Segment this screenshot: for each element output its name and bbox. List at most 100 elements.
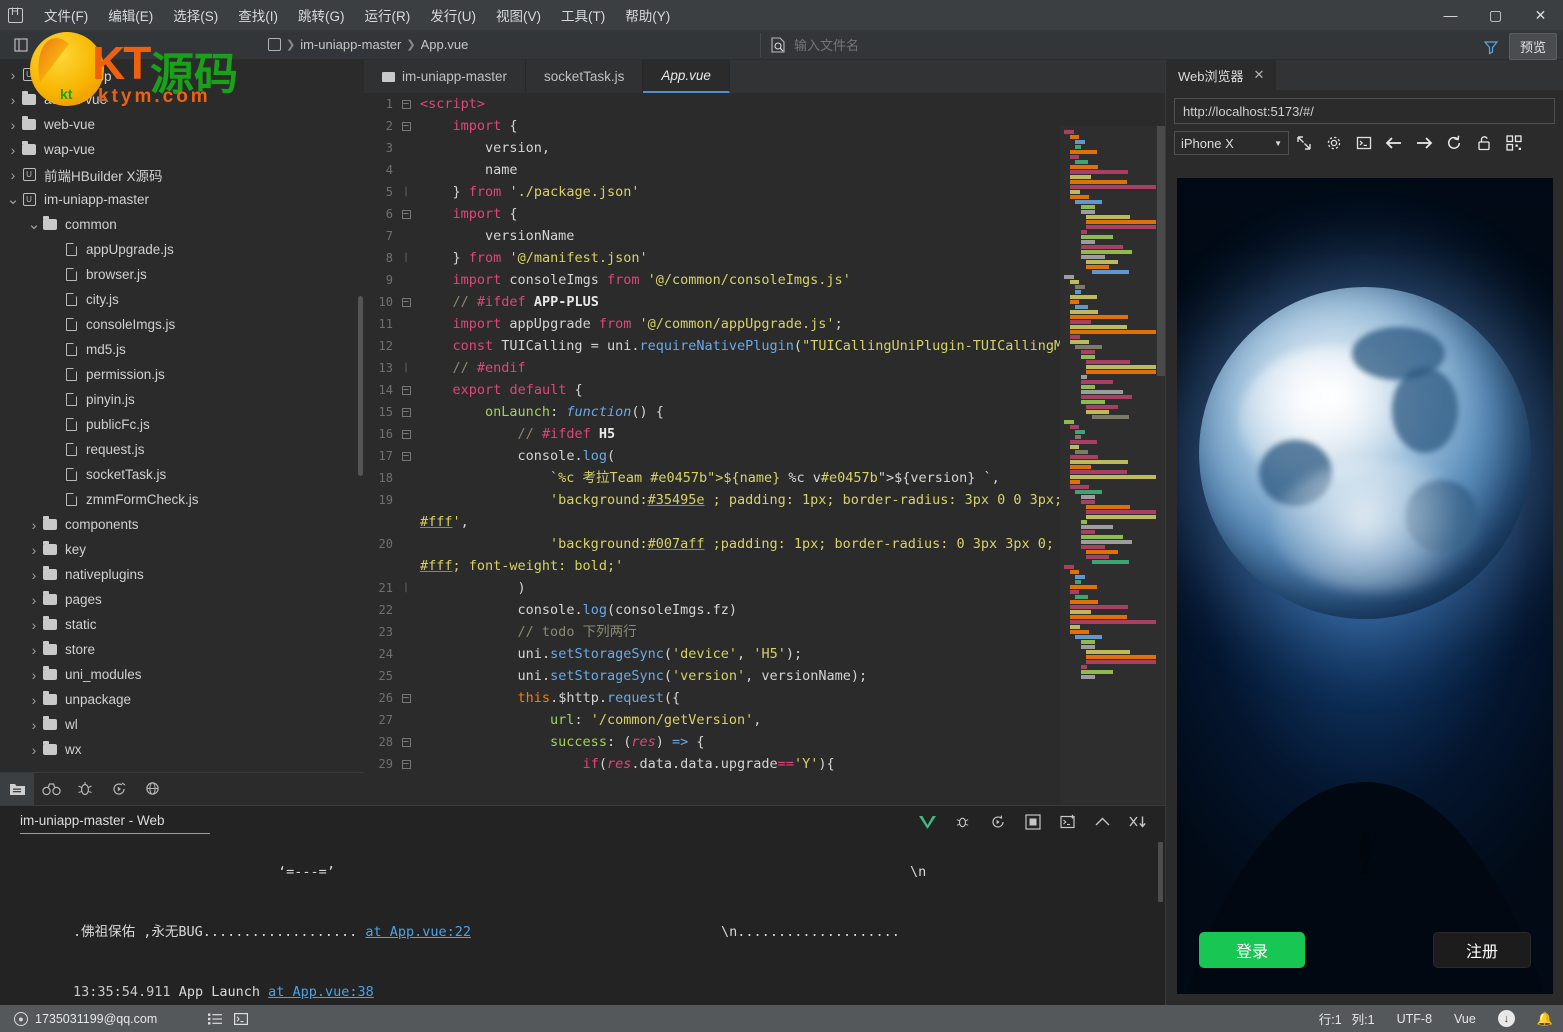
- fold-marker[interactable]: –: [398, 423, 414, 445]
- fold-marker[interactable]: –: [398, 401, 414, 423]
- breadcrumb-project[interactable]: im-uniapp-master: [300, 37, 401, 52]
- tree-item[interactable]: ›store: [0, 637, 364, 662]
- minimize-button[interactable]: —: [1428, 0, 1473, 30]
- code-line[interactable]: 2– import {: [364, 115, 1165, 137]
- code-line[interactable]: 11 import appUpgrade from '@/common/appU…: [364, 313, 1165, 335]
- chevron-right-icon[interactable]: ›: [6, 92, 20, 108]
- chevron-right-icon[interactable]: ›: [27, 692, 41, 708]
- terminal-icon[interactable]: [228, 1005, 254, 1032]
- code-line[interactable]: 14– export default {: [364, 379, 1165, 401]
- encoding[interactable]: UTF-8: [1397, 1012, 1432, 1026]
- code-line[interactable]: 6– import {: [364, 203, 1165, 225]
- tree-item[interactable]: ›admin-vue: [0, 87, 364, 112]
- tree-item[interactable]: permission.js: [0, 362, 364, 387]
- binoculars-icon[interactable]: [34, 773, 68, 805]
- chevron-right-icon[interactable]: ›: [27, 567, 41, 583]
- device-select[interactable]: iPhone X ▼: [1174, 131, 1289, 155]
- web-browser-panel[interactable]: Web浏览器 ✕ http://localhost:5173/#/ iPhone…: [1165, 60, 1563, 1005]
- code-line[interactable]: 26– this.$http.request({: [364, 687, 1165, 709]
- reload-icon[interactable]: [1439, 130, 1469, 156]
- code-line[interactable]: 3 version,: [364, 137, 1165, 159]
- tree-item[interactable]: ⌄common: [0, 212, 364, 237]
- file-tree[interactable]: ›U原生uniapp›admin-vue›web-vue›wap-vue›U前端…: [0, 60, 364, 762]
- console-link[interactable]: at App.vue:38: [268, 984, 374, 1000]
- register-button[interactable]: 注册: [1433, 932, 1531, 968]
- code-line[interactable]: 22 console.log(consoleImgs.fz): [364, 599, 1165, 621]
- tree-item[interactable]: ›U前端HBuilder X源码: [0, 162, 364, 187]
- code-line[interactable]: 12 const TUICalling = uni.requireNativeP…: [364, 335, 1165, 357]
- code-line[interactable]: 23 // todo 下列两行: [364, 621, 1165, 643]
- tree-item[interactable]: publicFc.js: [0, 412, 364, 437]
- code-line[interactable]: 16– // #ifdef H5: [364, 423, 1165, 445]
- editor-tab[interactable]: socketTask.js: [526, 60, 643, 93]
- fold-marker[interactable]: –: [398, 93, 414, 115]
- code-line[interactable]: 25 uni.setStorageSync('version', version…: [364, 665, 1165, 687]
- code-editor[interactable]: im-uniapp-mastersocketTask.jsApp.vue 1–<…: [364, 60, 1165, 805]
- back-icon[interactable]: [1379, 130, 1409, 156]
- menu-tools[interactable]: 工具(T): [551, 1, 615, 29]
- chevron-right-icon[interactable]: ›: [6, 167, 20, 183]
- fold-marker[interactable]: –: [398, 687, 414, 709]
- code-line[interactable]: 28– success: (res) => {: [364, 731, 1165, 753]
- chevron-right-icon[interactable]: ›: [27, 717, 41, 733]
- bug-icon[interactable]: [68, 773, 102, 805]
- close-icon[interactable]: ✕: [1254, 67, 1265, 83]
- bug-icon[interactable]: [953, 812, 972, 831]
- code-line[interactable]: 18 `%c 考拉Team #e0457b">${name} %c v#e045…: [364, 467, 1165, 489]
- search-input[interactable]: [794, 38, 1394, 53]
- tree-item[interactable]: ›unpackage: [0, 687, 364, 712]
- tree-item[interactable]: appUpgrade.js: [0, 237, 364, 262]
- qrcode-icon[interactable]: [1499, 130, 1529, 156]
- console-panel[interactable]: im-uniapp-master - Web: [0, 805, 1165, 1005]
- browser-viewport[interactable]: 登录 注册: [1177, 178, 1553, 994]
- project-manager-icon[interactable]: [0, 773, 34, 805]
- tree-item[interactable]: ›key: [0, 537, 364, 562]
- menu-run[interactable]: 运行(R): [355, 1, 421, 29]
- close-button[interactable]: ✕: [1518, 0, 1563, 30]
- code-lines[interactable]: 1–<script>2– import {3 version,4 name5| …: [364, 93, 1165, 775]
- fold-marker[interactable]: –: [398, 753, 414, 775]
- menu-goto[interactable]: 跳转(G): [288, 1, 355, 29]
- stop-icon[interactable]: [1023, 812, 1042, 831]
- menu-file[interactable]: 文件(F): [34, 1, 98, 29]
- code-area[interactable]: 1–<script>2– import {3 version,4 name5| …: [364, 93, 1165, 805]
- code-line[interactable]: 17– console.log(: [364, 445, 1165, 467]
- code-line[interactable]: 24 uni.setStorageSync('device', 'H5');: [364, 643, 1165, 665]
- console-output[interactable]: ‘=---=’\n .佛祖保佑 ,永无BUG..................…: [0, 840, 1165, 1004]
- tree-item[interactable]: ⌄Uim-uniapp-master: [0, 187, 364, 212]
- login-button[interactable]: 登录: [1199, 932, 1305, 968]
- chevron-right-icon[interactable]: ›: [27, 592, 41, 608]
- code-line[interactable]: 20 'background:#007aff ;padding: 1px; bo…: [364, 533, 1165, 577]
- account-status[interactable]: ● 1735031199@qq.com: [0, 1012, 157, 1026]
- toggle-sidebar-icon[interactable]: [8, 32, 34, 58]
- code-line[interactable]: 4 name: [364, 159, 1165, 181]
- chevron-right-icon[interactable]: ›: [6, 117, 20, 133]
- minimap[interactable]: [1060, 126, 1165, 805]
- code-line[interactable]: 1–<script>: [364, 93, 1165, 115]
- url-bar[interactable]: http://localhost:5173/#/: [1174, 98, 1555, 124]
- tree-item[interactable]: pinyin.js: [0, 387, 364, 412]
- cursor-column[interactable]: 列:1: [1352, 1009, 1375, 1028]
- bell-icon[interactable]: 🔔: [1537, 1011, 1553, 1027]
- tree-item[interactable]: consoleImgs.js: [0, 312, 364, 337]
- code-line[interactable]: 9 import consoleImgs from '@/common/cons…: [364, 269, 1165, 291]
- preview-button[interactable]: 预览: [1509, 33, 1557, 60]
- fold-marker[interactable]: –: [398, 731, 414, 753]
- maximize-button[interactable]: ▢: [1473, 0, 1518, 30]
- code-line[interactable]: 8| } from '@/manifest.json': [364, 247, 1165, 269]
- restart-icon[interactable]: [988, 812, 1007, 831]
- tree-item[interactable]: ›wl: [0, 712, 364, 737]
- chevron-down-icon[interactable]: ⌄: [27, 221, 41, 229]
- chevron-right-icon[interactable]: ›: [27, 517, 41, 533]
- outline-icon[interactable]: [202, 1005, 228, 1032]
- tree-item[interactable]: ›wap-vue: [0, 137, 364, 162]
- chevron-right-icon[interactable]: ›: [6, 142, 20, 158]
- unlock-icon[interactable]: [1469, 130, 1499, 156]
- gear-icon[interactable]: [1319, 130, 1349, 156]
- editor-tab[interactable]: App.vue: [643, 60, 730, 93]
- chevron-right-icon[interactable]: ›: [27, 542, 41, 558]
- menu-select[interactable]: 选择(S): [163, 1, 228, 29]
- terminal-add-icon[interactable]: [1058, 812, 1077, 831]
- console-scrollbar[interactable]: [1158, 842, 1163, 902]
- tree-item[interactable]: zmmFormCheck.js: [0, 487, 364, 512]
